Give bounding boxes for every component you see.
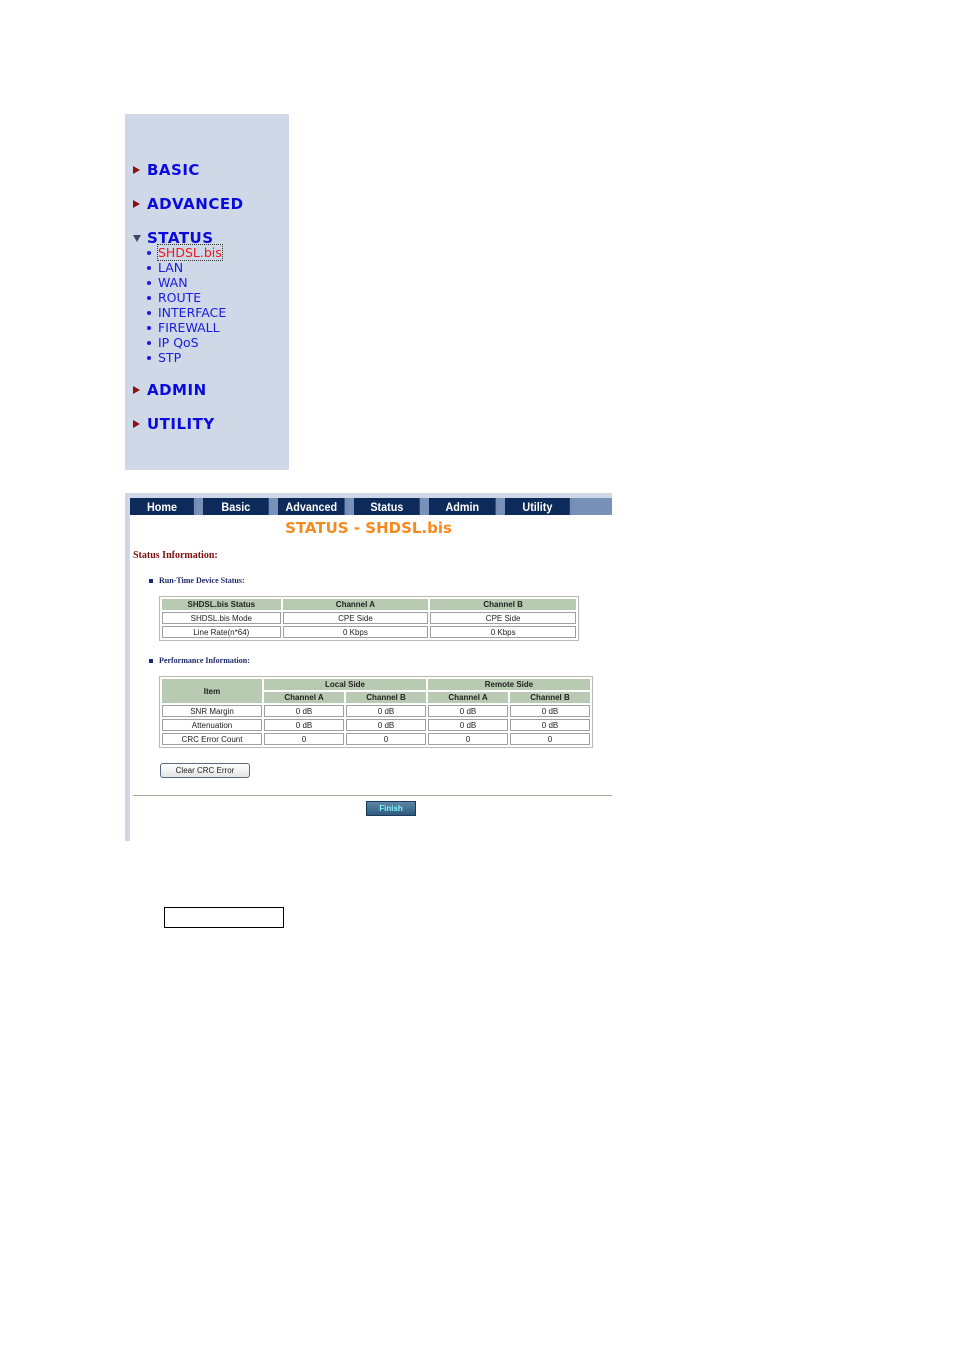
triangle-down-icon: [133, 234, 141, 242]
tab-home[interactable]: Home: [130, 498, 196, 515]
table-cell: 0 dB: [346, 719, 426, 731]
status-panel: Home Basic Advanced Status Admin Utility…: [125, 493, 612, 841]
table-header: Channel A: [282, 599, 429, 610]
sidebar-item-stp[interactable]: STP: [147, 350, 181, 365]
sidebar-section-label: ADMIN: [147, 381, 207, 399]
clear-crc-error-button[interactable]: Clear CRC Error: [160, 763, 250, 778]
sidebar-item-route[interactable]: ROUTE: [147, 290, 201, 305]
performance-heading-label: Performance Information:: [159, 656, 250, 665]
empty-caption-box: [164, 907, 284, 928]
sidebar-item-wan[interactable]: WAN: [147, 275, 188, 290]
sidebar-menu: BASIC ADVANCED STATUS SHDSL.bis LAN WAN …: [125, 114, 289, 470]
sidebar-item-label: SHDSL.bis: [157, 244, 223, 261]
performance-table: Item Local Side Remote Side Channel A Ch…: [159, 676, 593, 748]
bullet-icon: [147, 280, 151, 285]
table-cell: 0 dB: [510, 719, 590, 731]
triangle-right-icon: [133, 420, 140, 428]
table-cell: CRC Error Count: [162, 733, 262, 745]
table-cell: 0 dB: [264, 719, 344, 731]
table-cell: CPE Side: [430, 612, 576, 624]
sidebar-section-advanced[interactable]: ADVANCED: [133, 195, 244, 213]
sidebar-section-label: BASIC: [147, 161, 200, 179]
table-row: SHDSL.bis Mode CPE Side CPE Side: [162, 612, 576, 624]
table-header: Local Side: [264, 679, 426, 690]
runtime-heading-label: Run-Time Device Status:: [159, 576, 245, 585]
table-header-row: SHDSL.bis Status Channel A Channel B: [162, 599, 576, 610]
tab-basic[interactable]: Basic: [203, 498, 271, 515]
table-row: Line Rate(n*64) 0 Kbps 0 Kbps: [162, 626, 576, 638]
sidebar-item-label: WAN: [158, 275, 188, 290]
table-header: Channel B: [510, 692, 590, 703]
table-cell: SHDSL.bis Mode: [162, 612, 281, 624]
finish-button[interactable]: Finish: [366, 801, 416, 816]
table-cell: SNR Margin: [162, 705, 262, 717]
tab-admin[interactable]: Admin: [429, 498, 498, 515]
tab-utility[interactable]: Utility: [505, 498, 572, 515]
sidebar-item-label: LAN: [158, 260, 184, 275]
page-title: STATUS - SHDSL.bis: [285, 519, 452, 537]
runtime-heading: Run-Time Device Status:: [149, 576, 245, 585]
performance-heading: Performance Information:: [149, 656, 250, 665]
table-cell: 0 dB: [264, 705, 344, 717]
table-cell: 0: [428, 733, 508, 745]
sidebar-item-lan[interactable]: LAN: [147, 260, 183, 275]
table-cell: 0 Kbps: [430, 626, 576, 638]
table-cell: 0: [346, 733, 426, 745]
tab-status[interactable]: Status: [354, 498, 422, 515]
sidebar-item-shdsl[interactable]: SHDSL.bis: [147, 244, 223, 261]
table-cell: 0: [264, 733, 344, 745]
table-row: CRC Error Count 0 0 0 0: [162, 733, 590, 745]
sidebar-item-interface[interactable]: INTERFACE: [147, 305, 226, 320]
table-header: Channel B: [430, 599, 576, 610]
bullet-icon: [147, 355, 151, 360]
bullet-icon: [147, 310, 151, 315]
sidebar-item-label: FIREWALL: [158, 320, 220, 335]
table-cell: 0 dB: [346, 705, 426, 717]
sidebar-section-admin[interactable]: ADMIN: [133, 381, 207, 399]
sidebar-item-label: INTERFACE: [158, 305, 227, 320]
table-cell: Attenuation: [162, 719, 262, 731]
triangle-right-icon: [133, 200, 140, 208]
table-row: Attenuation 0 dB 0 dB 0 dB 0 dB: [162, 719, 590, 731]
table-header: Remote Side: [428, 679, 590, 690]
table-header: Channel B: [346, 692, 426, 703]
table-header: Item: [162, 679, 262, 703]
table-cell: 0 dB: [428, 705, 508, 717]
sidebar-item-label: STP: [158, 350, 182, 365]
table-header: Channel A: [264, 692, 344, 703]
sidebar-section-basic[interactable]: BASIC: [133, 161, 200, 179]
table-cell: 0: [510, 733, 590, 745]
table-cell: 0 dB: [510, 705, 590, 717]
table-row: SNR Margin 0 dB 0 dB 0 dB 0 dB: [162, 705, 590, 717]
table-cell: CPE Side: [282, 612, 429, 624]
tab-advanced[interactable]: Advanced: [278, 498, 347, 515]
bullet-icon: [147, 340, 151, 345]
sidebar-item-ip-qos[interactable]: IP QoS: [147, 335, 199, 350]
section-title: Status Information:: [133, 550, 218, 561]
table-cell: 0 Kbps: [282, 626, 429, 638]
sidebar-section-label: UTILITY: [147, 415, 215, 433]
bullet-icon: [147, 265, 151, 270]
bullet-icon: [147, 325, 151, 330]
bullet-icon: [147, 250, 151, 255]
sidebar-item-label: ROUTE: [158, 290, 202, 305]
table-cell: Line Rate(n*64): [162, 626, 281, 638]
table-header: Channel A: [428, 692, 508, 703]
table-cell: 0 dB: [428, 719, 508, 731]
table-header: SHDSL.bis Status: [162, 599, 281, 610]
panel-left-strip: [125, 493, 130, 841]
runtime-status-table: SHDSL.bis Status Channel A Channel B SHD…: [159, 596, 579, 641]
sidebar-item-label: IP QoS: [158, 335, 199, 350]
sidebar-section-label: ADVANCED: [147, 195, 244, 213]
divider: [133, 795, 612, 796]
bullet-icon: [147, 295, 151, 300]
square-bullet-icon: [149, 658, 153, 663]
square-bullet-icon: [149, 578, 153, 583]
triangle-right-icon: [133, 166, 140, 174]
triangle-right-icon: [133, 386, 140, 394]
top-nav-bar: Home Basic Advanced Status Admin Utility: [130, 498, 612, 515]
sidebar-section-utility[interactable]: UTILITY: [133, 415, 215, 433]
sidebar-item-firewall[interactable]: FIREWALL: [147, 320, 220, 335]
table-header-row: Item Local Side Remote Side: [162, 679, 590, 703]
